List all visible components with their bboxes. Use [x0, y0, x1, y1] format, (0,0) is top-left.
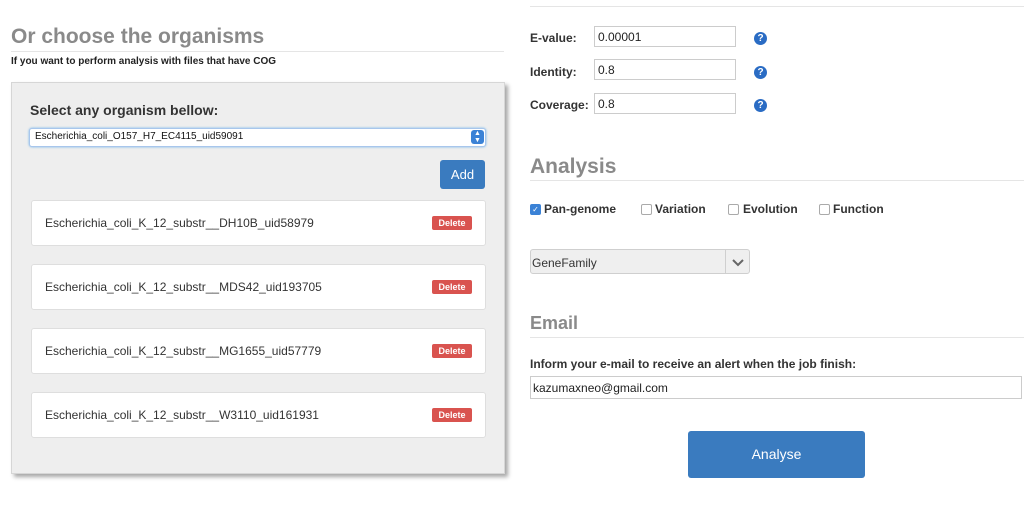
method-dropdown[interactable]: GeneFamily	[530, 249, 750, 274]
method-dropdown-value: GeneFamily	[532, 256, 597, 270]
analysis-divider	[530, 180, 1024, 181]
select-arrows-icon: ▲ ▼	[471, 130, 484, 144]
coverage-label: Coverage:	[530, 98, 589, 112]
organism-select-value: Escherichia_coli_O157_H7_EC4115_uid59091	[35, 131, 244, 142]
delete-button[interactable]: Delete	[432, 216, 472, 230]
organism-name: Escherichia_coli_K_12_substr__MDS42_uid1…	[45, 280, 322, 294]
variation-label: Variation	[655, 202, 706, 216]
identity-input[interactable]: 0.8	[594, 59, 736, 80]
email-description: Inform your e-mail to receive an alert w…	[530, 357, 857, 371]
function-checkbox[interactable]	[819, 204, 830, 215]
dropdown-separator	[725, 250, 726, 273]
organisms-title: Or choose the organisms	[11, 25, 265, 48]
variation-checkbox[interactable]	[641, 204, 652, 215]
organism-panel: Select any organism bellow: Escherichia_…	[11, 82, 505, 474]
email-divider	[530, 337, 1024, 338]
question-circle-icon[interactable]: ?	[754, 32, 767, 45]
delete-button[interactable]: Delete	[432, 344, 472, 358]
organism-list-item: Escherichia_coli_K_12_substr__W3110_uid1…	[31, 392, 486, 438]
organism-list-item: Escherichia_coli_K_12_substr__DH10B_uid5…	[31, 200, 486, 246]
organism-select-label: Select any organism bellow:	[30, 102, 219, 118]
evolution-label: Evolution	[743, 202, 798, 216]
email-input[interactable]: kazumaxneo@gmail.com	[530, 376, 1022, 399]
analyse-button[interactable]: Analyse	[688, 431, 865, 478]
organisms-subtitle: If you want to perform analysis with fil…	[11, 56, 277, 67]
identity-label: Identity:	[530, 65, 577, 79]
organism-list-item: Escherichia_coli_K_12_substr__MG1655_uid…	[31, 328, 486, 374]
question-circle-icon[interactable]: ?	[754, 66, 767, 79]
delete-button[interactable]: Delete	[432, 408, 472, 422]
delete-button[interactable]: Delete	[432, 280, 472, 294]
add-button[interactable]: Add	[440, 160, 485, 189]
question-circle-icon[interactable]: ?	[754, 99, 767, 112]
evalue-input[interactable]: 0.00001	[594, 26, 736, 47]
email-title: Email	[530, 313, 579, 333]
evalue-label: E-value:	[530, 31, 577, 45]
pan-genome-label: Pan-genome	[544, 202, 617, 216]
organism-name: Escherichia_coli_K_12_substr__DH10B_uid5…	[45, 216, 314, 230]
function-label: Function	[833, 202, 884, 216]
organism-name: Escherichia_coli_K_12_substr__W3110_uid1…	[45, 408, 319, 422]
top-divider	[530, 6, 1024, 7]
organisms-divider	[11, 51, 504, 52]
organism-select[interactable]: Escherichia_coli_O157_H7_EC4115_uid59091…	[29, 128, 486, 147]
evolution-checkbox[interactable]	[728, 204, 739, 215]
chevron-down-icon	[732, 259, 744, 267]
coverage-input[interactable]: 0.8	[594, 93, 736, 114]
analysis-title: Analysis	[530, 155, 617, 178]
organism-list-item: Escherichia_coli_K_12_substr__MDS42_uid1…	[31, 264, 486, 310]
organism-name: Escherichia_coli_K_12_substr__MG1655_uid…	[45, 344, 322, 358]
pan-genome-checkbox[interactable]: ✓	[530, 204, 541, 215]
